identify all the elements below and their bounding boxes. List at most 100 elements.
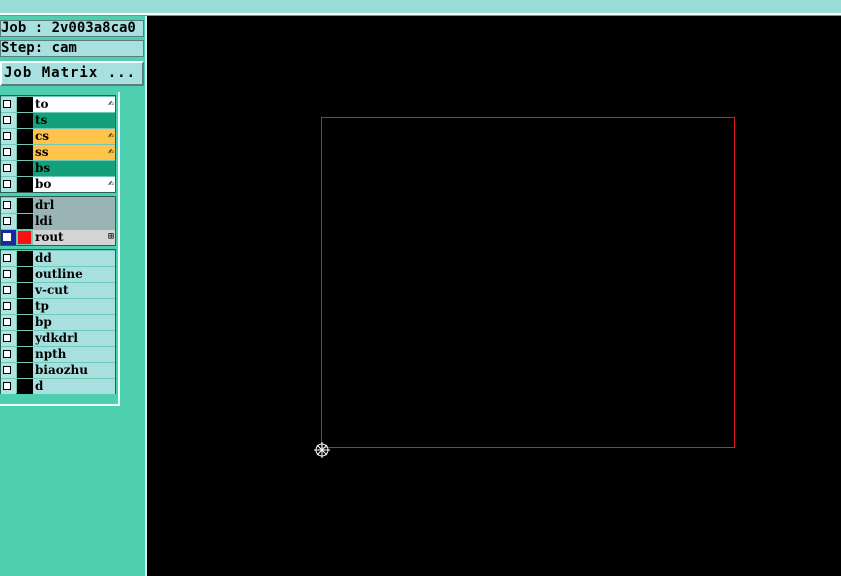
layer-row-ts[interactable]: ts (1, 113, 117, 128)
layer-name[interactable]: biaozhu (33, 363, 115, 378)
job-label: Job : 2v003a8ca0 (0, 20, 144, 37)
layer-checkbox[interactable] (3, 233, 11, 241)
layer-color-indicator[interactable] (17, 347, 33, 362)
layer-row-dd[interactable]: dd (1, 251, 117, 266)
layer-name[interactable]: cs (33, 129, 115, 144)
layer-row-v-cut[interactable]: v-cut (1, 283, 117, 298)
layer-checkbox-cell[interactable] (1, 299, 16, 314)
layer-color-indicator[interactable] (17, 251, 33, 266)
layer-name[interactable]: dd (33, 251, 115, 266)
layer-checkbox-cell[interactable] (1, 347, 16, 362)
layer-panel: to ✍ ts cs ✍ ss ✍ bs bo ✍ drl ldi rout ⊞ dd outline v-… (0, 92, 120, 406)
board-profile-outline (321, 117, 735, 448)
layer-checkbox[interactable] (3, 201, 11, 209)
layer-color-indicator[interactable] (17, 331, 33, 346)
layer-checkbox-cell[interactable] (1, 198, 16, 213)
layer-checkbox[interactable] (3, 366, 11, 374)
layer-checkbox-cell[interactable] (1, 177, 16, 192)
layer-checkbox-cell[interactable] (1, 251, 16, 266)
layer-name[interactable]: npth (33, 347, 115, 362)
layer-color-indicator[interactable] (17, 363, 33, 378)
layer-expand-icon: ⊞ (107, 231, 114, 242)
layer-checkbox[interactable] (3, 164, 11, 172)
layer-name[interactable]: tp (33, 299, 115, 314)
layer-checkbox[interactable] (3, 302, 11, 310)
layer-name[interactable]: rout (33, 230, 115, 245)
layer-row-outline[interactable]: outline (1, 267, 117, 282)
layer-checkbox[interactable] (3, 286, 11, 294)
job-matrix-button[interactable]: Job Matrix ... (0, 61, 144, 86)
layer-checkbox[interactable] (3, 116, 11, 124)
layer-checkbox-cell[interactable] (1, 113, 16, 128)
layer-color-indicator[interactable] (17, 97, 33, 112)
layer-color-indicator[interactable] (17, 214, 33, 229)
layer-checkbox-cell[interactable] (1, 379, 16, 394)
layer-name[interactable]: ydkdrl (33, 331, 115, 346)
layer-checkbox-cell[interactable] (1, 129, 16, 144)
layer-checkbox[interactable] (3, 100, 11, 108)
layer-checkbox-cell[interactable] (1, 363, 16, 378)
layer-color-indicator[interactable] (18, 231, 31, 244)
layer-checkbox-cell[interactable] (1, 267, 16, 282)
layer-checkbox[interactable] (3, 350, 11, 358)
layer-row-ldi[interactable]: ldi (1, 214, 117, 229)
layer-name[interactable]: drl (33, 198, 115, 213)
layer-row-rout[interactable]: rout ⊞ (1, 230, 117, 245)
layer-checkbox[interactable] (3, 270, 11, 278)
layer-checkbox[interactable] (3, 318, 11, 326)
layer-name[interactable]: outline (33, 267, 115, 282)
layer-color-indicator[interactable] (17, 379, 33, 394)
layer-color-indicator[interactable] (17, 145, 33, 160)
top-bar (0, 0, 841, 13)
layer-color-indicator[interactable] (17, 315, 33, 330)
layer-row-ss[interactable]: ss ✍ (1, 145, 117, 160)
layer-checkbox-cell[interactable] (1, 283, 16, 298)
origin-crosshair-icon (314, 442, 330, 458)
step-label: Step: cam (0, 40, 144, 57)
layer-name[interactable]: ss (33, 145, 115, 160)
layer-name[interactable]: v-cut (33, 283, 115, 298)
layer-checkbox[interactable] (3, 254, 11, 262)
layer-checkbox[interactable] (3, 180, 11, 188)
layer-checkbox-cell[interactable] (1, 315, 16, 330)
layer-checkbox-cell[interactable] (1, 161, 16, 176)
layer-color-indicator[interactable] (17, 267, 33, 282)
layer-name[interactable]: bo (33, 177, 115, 192)
layer-color-indicator[interactable] (17, 161, 33, 176)
layer-row-tp[interactable]: tp (1, 299, 117, 314)
layer-row-drl[interactable]: drl (1, 198, 117, 213)
layer-edit-icon: ✍ (107, 98, 114, 109)
layer-color-indicator[interactable] (17, 177, 33, 192)
layer-row-bs[interactable]: bs (1, 161, 117, 176)
layer-color-indicator[interactable] (17, 113, 33, 128)
layer-color-indicator[interactable] (17, 299, 33, 314)
layer-row-bo[interactable]: bo ✍ (1, 177, 117, 192)
layer-row-to[interactable]: to ✍ (1, 97, 117, 112)
layer-row-ydkdrl[interactable]: ydkdrl (1, 331, 117, 346)
layer-checkbox[interactable] (3, 132, 11, 140)
layer-name[interactable]: bp (33, 315, 115, 330)
layer-checkbox[interactable] (3, 382, 11, 390)
layer-checkbox-cell[interactable] (1, 230, 16, 245)
layer-checkbox-cell[interactable] (1, 214, 16, 229)
layer-checkbox[interactable] (3, 334, 11, 342)
layer-checkbox-cell[interactable] (1, 97, 16, 112)
layer-row-npth[interactable]: npth (1, 347, 117, 362)
layer-checkbox-cell[interactable] (1, 331, 16, 346)
layer-row-cs[interactable]: cs ✍ (1, 129, 117, 144)
layer-name[interactable]: bs (33, 161, 115, 176)
layer-row-biaozhu[interactable]: biaozhu (1, 363, 117, 378)
layer-checkbox[interactable] (3, 217, 11, 225)
layer-name[interactable]: ts (33, 113, 115, 128)
layer-color-indicator[interactable] (17, 283, 33, 298)
layer-color-indicator[interactable] (17, 198, 33, 213)
layer-name[interactable]: ldi (33, 214, 115, 229)
layer-name[interactable]: d (33, 379, 115, 394)
layer-checkbox[interactable] (3, 148, 11, 156)
layer-name[interactable]: to (33, 97, 115, 112)
layer-checkbox-cell[interactable] (1, 145, 16, 160)
layer-row-d[interactable]: d (1, 379, 117, 394)
layer-color-indicator[interactable] (17, 129, 33, 144)
graphic-canvas[interactable] (147, 16, 841, 576)
layer-row-bp[interactable]: bp (1, 315, 117, 330)
